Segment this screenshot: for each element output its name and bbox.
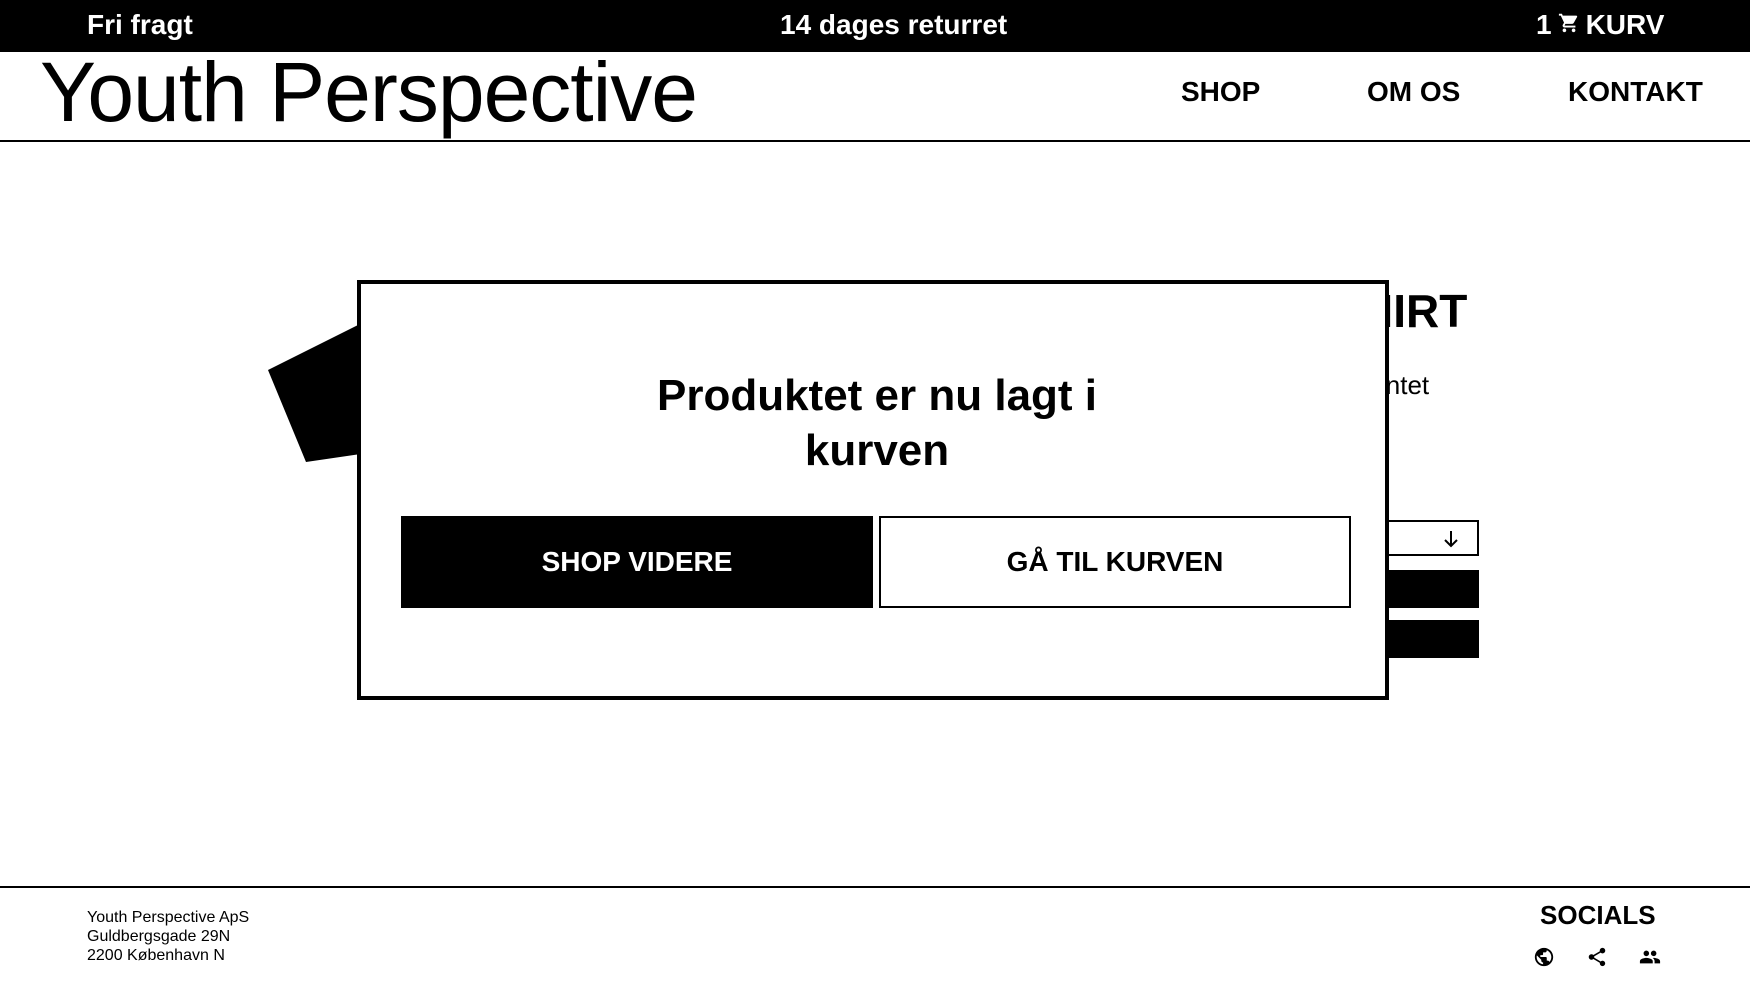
cart-count: 1 — [1536, 9, 1552, 40]
globe-icon[interactable] — [1533, 946, 1555, 968]
socials-heading: SOCIALS — [1540, 900, 1656, 930]
nav-about[interactable]: OM OS — [1367, 76, 1460, 108]
go-to-cart-button[interactable]: GÅ TIL KURVEN — [879, 516, 1351, 608]
cart-link[interactable]: 1 KURV — [1536, 9, 1664, 41]
arrow-down-icon — [1444, 531, 1458, 548]
site-logo[interactable]: Youth Perspective — [40, 46, 698, 139]
people-icon[interactable] — [1639, 946, 1661, 968]
company-address: Youth Perspective ApS Guldbergsgade 29N … — [87, 908, 249, 965]
nav-contact[interactable]: KONTAKT — [1568, 76, 1703, 108]
cart-label: KURV — [1585, 9, 1665, 40]
share-icon[interactable] — [1586, 946, 1608, 968]
continue-shopping-button[interactable]: SHOP VIDERE — [401, 516, 873, 608]
returns-text: 14 dages returret — [780, 9, 1008, 40]
site-header: Youth Perspective SHOP OM OS KONTAKT — [0, 46, 1750, 142]
added-to-cart-modal: Produktet er nu lagt i kurven SHOP VIDER… — [357, 280, 1389, 700]
cart-icon — [1558, 9, 1580, 41]
site-footer: Youth Perspective ApS Guldbergsgade 29N … — [0, 886, 1750, 982]
modal-heading-line1: Produktet er nu lagt i — [656, 371, 1098, 420]
city-address: 2200 København N — [87, 947, 225, 964]
nav-shop[interactable]: SHOP — [1181, 76, 1260, 108]
free-shipping-text: Fri fragt — [87, 9, 193, 40]
street-address: Guldbergsgade 29N — [87, 928, 231, 945]
company-name: Youth Perspective ApS — [87, 909, 250, 926]
modal-heading: Produktet er nu lagt i kurven — [361, 368, 1393, 478]
modal-heading-line2: kurven — [804, 426, 950, 475]
